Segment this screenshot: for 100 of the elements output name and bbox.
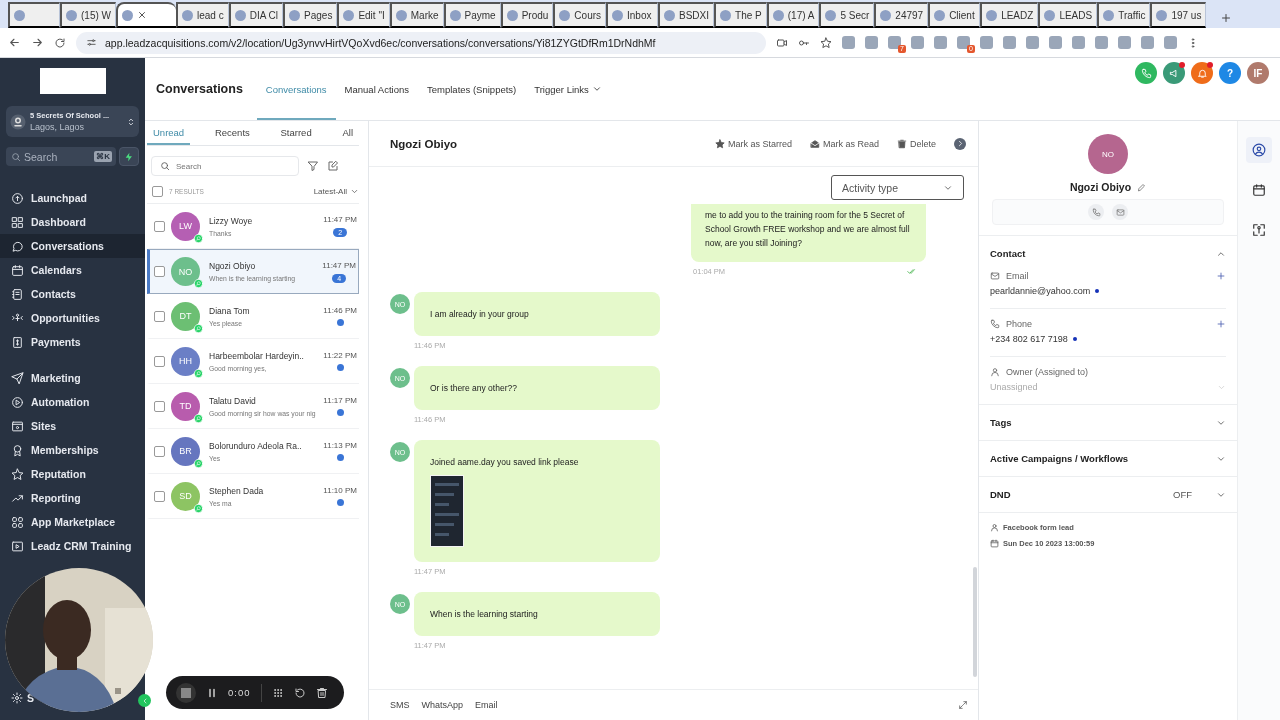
- checkbox[interactable]: [154, 355, 165, 367]
- section-header[interactable]: Active Campaigns / Workflows: [990, 441, 1226, 476]
- browser-tab[interactable]: [116, 2, 176, 28]
- expand-button[interactable]: [958, 700, 968, 710]
- next-button[interactable]: [954, 137, 966, 150]
- checkbox[interactable]: [154, 400, 165, 412]
- channel-tab[interactable]: Email: [475, 700, 498, 710]
- browser-tab[interactable]: DIA Cl: [228, 2, 284, 28]
- stop-button[interactable]: [176, 682, 196, 703]
- owner-select[interactable]: Unassigned: [990, 382, 1110, 392]
- browser-tab[interactable]: Inbox: [606, 2, 659, 28]
- sidebar-item[interactable]: Contacts: [0, 282, 145, 306]
- sidebar-item[interactable]: Reputation: [0, 462, 145, 486]
- sidebar-item[interactable]: Memberships: [0, 438, 145, 462]
- sidebar-item[interactable]: Opportunities: [0, 306, 145, 330]
- grid-button[interactable]: [271, 686, 284, 699]
- extension-icon[interactable]: [911, 36, 924, 49]
- browser-tab[interactable]: 197 us: [1150, 2, 1207, 28]
- rail-button[interactable]: [1246, 137, 1272, 163]
- help-button[interactable]: ?: [1219, 62, 1241, 84]
- extension-icon[interactable]: [957, 36, 970, 49]
- extension-icon[interactable]: [1049, 36, 1062, 49]
- sidebar-item[interactable]: Sites: [0, 414, 145, 438]
- extension-icon[interactable]: [1026, 36, 1039, 49]
- filter-tab[interactable]: All: [336, 121, 359, 145]
- megaphone-button[interactable]: [1163, 62, 1185, 84]
- add-button[interactable]: [1216, 271, 1226, 281]
- action-button[interactable]: Delete: [897, 138, 936, 149]
- extension-icon[interactable]: [1164, 36, 1177, 49]
- extension-icon[interactable]: [1095, 36, 1108, 49]
- browser-tab[interactable]: Cours: [553, 2, 607, 28]
- channel-tab[interactable]: SMS: [390, 700, 410, 710]
- nav-tab[interactable]: Templates (Snippets): [418, 58, 526, 120]
- checkbox[interactable]: [154, 490, 165, 502]
- sidebar-item[interactable]: Conversations: [0, 234, 145, 258]
- browser-tab[interactable]: lead c: [176, 2, 229, 28]
- browser-tab[interactable]: Produ: [500, 2, 554, 28]
- sidebar-item[interactable]: Automation: [0, 390, 145, 414]
- sort-dropdown[interactable]: Latest-All: [313, 187, 359, 196]
- checkbox[interactable]: [154, 220, 165, 232]
- filter-button[interactable]: [307, 160, 319, 172]
- checkbox[interactable]: [152, 186, 163, 197]
- browser-tab[interactable]: [8, 2, 60, 28]
- browser-tab[interactable]: (17) A: [766, 2, 820, 28]
- compose-button[interactable]: [327, 160, 339, 172]
- browser-tab[interactable]: BSDXI: [658, 2, 715, 28]
- section-header[interactable]: Contact: [990, 236, 1226, 271]
- action-button[interactable]: Mark as Read: [809, 138, 879, 149]
- filter-tab[interactable]: Unread: [147, 121, 191, 145]
- action-button[interactable]: Mark as Starred: [714, 138, 792, 149]
- extension-icon[interactable]: [1072, 36, 1085, 49]
- sidebar-item[interactable]: Reporting: [0, 486, 145, 510]
- section-header[interactable]: DND OFF: [990, 477, 1226, 512]
- quick-action-button[interactable]: [119, 147, 139, 166]
- browser-tab[interactable]: (15) W: [60, 2, 116, 28]
- delete-button[interactable]: [315, 686, 328, 699]
- sidebar-item[interactable]: Launchpad: [0, 186, 145, 210]
- sidebar-item[interactable]: Dashboard: [0, 210, 145, 234]
- email-button[interactable]: [1112, 204, 1128, 220]
- browser-tab[interactable]: The P: [714, 2, 767, 28]
- extension-icon[interactable]: [888, 36, 901, 49]
- browser-tab[interactable]: LEADZ: [980, 2, 1039, 28]
- browser-tab[interactable]: 5 Secr: [819, 2, 875, 28]
- extension-icon[interactable]: [1118, 36, 1131, 49]
- section-header[interactable]: Tags: [990, 405, 1226, 440]
- filter-tab[interactable]: Recents: [208, 121, 256, 145]
- browser-tab[interactable]: 24797: [874, 2, 929, 28]
- sidebar-item[interactable]: Leadz CRM Training: [0, 534, 145, 558]
- sidebar-item[interactable]: App Marketplace: [0, 510, 145, 534]
- sidebar-item[interactable]: Marketing: [0, 366, 145, 390]
- browser-tab[interactable]: Marke: [389, 2, 444, 28]
- phone-button[interactable]: [1135, 62, 1157, 84]
- activity-type-dropdown[interactable]: Activity type: [831, 175, 964, 200]
- extension-icon[interactable]: [842, 36, 855, 49]
- extension-icon[interactable]: [865, 36, 878, 49]
- nav-tab[interactable]: Conversations: [256, 58, 336, 120]
- address-bar[interactable]: app.leadzacquisitions.com/v2/location/Ug3ynvvHirtVQoXvd6ec/conversations/conversations/Yi81ZYGtDfRm1DrNdhMf: [76, 31, 766, 54]
- browser-tab[interactable]: Client: [928, 2, 981, 28]
- add-button[interactable]: [1216, 319, 1226, 329]
- pause-button[interactable]: [206, 686, 218, 699]
- bell-button[interactable]: [1191, 62, 1213, 84]
- browser-tab[interactable]: Pages: [283, 2, 338, 28]
- browser-tab[interactable]: Traffic: [1097, 2, 1151, 28]
- browser-tab[interactable]: LEADS: [1038, 2, 1098, 28]
- extension-icon[interactable]: [1141, 36, 1154, 49]
- nav-tab[interactable]: Manual Actions: [335, 58, 418, 120]
- extension-icon[interactable]: [980, 36, 993, 49]
- search-field[interactable]: Search: [151, 156, 299, 176]
- restart-button[interactable]: [293, 686, 306, 699]
- checkbox[interactable]: [154, 445, 165, 457]
- sidebar-item[interactable]: Calendars: [0, 258, 145, 282]
- browser-tab[interactable]: Edit "I: [337, 2, 390, 28]
- filter-tab[interactable]: Starred: [274, 121, 318, 145]
- user-avatar[interactable]: IF: [1247, 62, 1269, 84]
- sidebar-item[interactable]: Payments: [0, 330, 145, 354]
- checkbox[interactable]: [154, 266, 165, 277]
- edit-button[interactable]: [1137, 182, 1147, 192]
- call-button[interactable]: [1088, 204, 1104, 220]
- extension-icon[interactable]: [1003, 36, 1016, 49]
- browser-tab[interactable]: Payme: [443, 2, 501, 28]
